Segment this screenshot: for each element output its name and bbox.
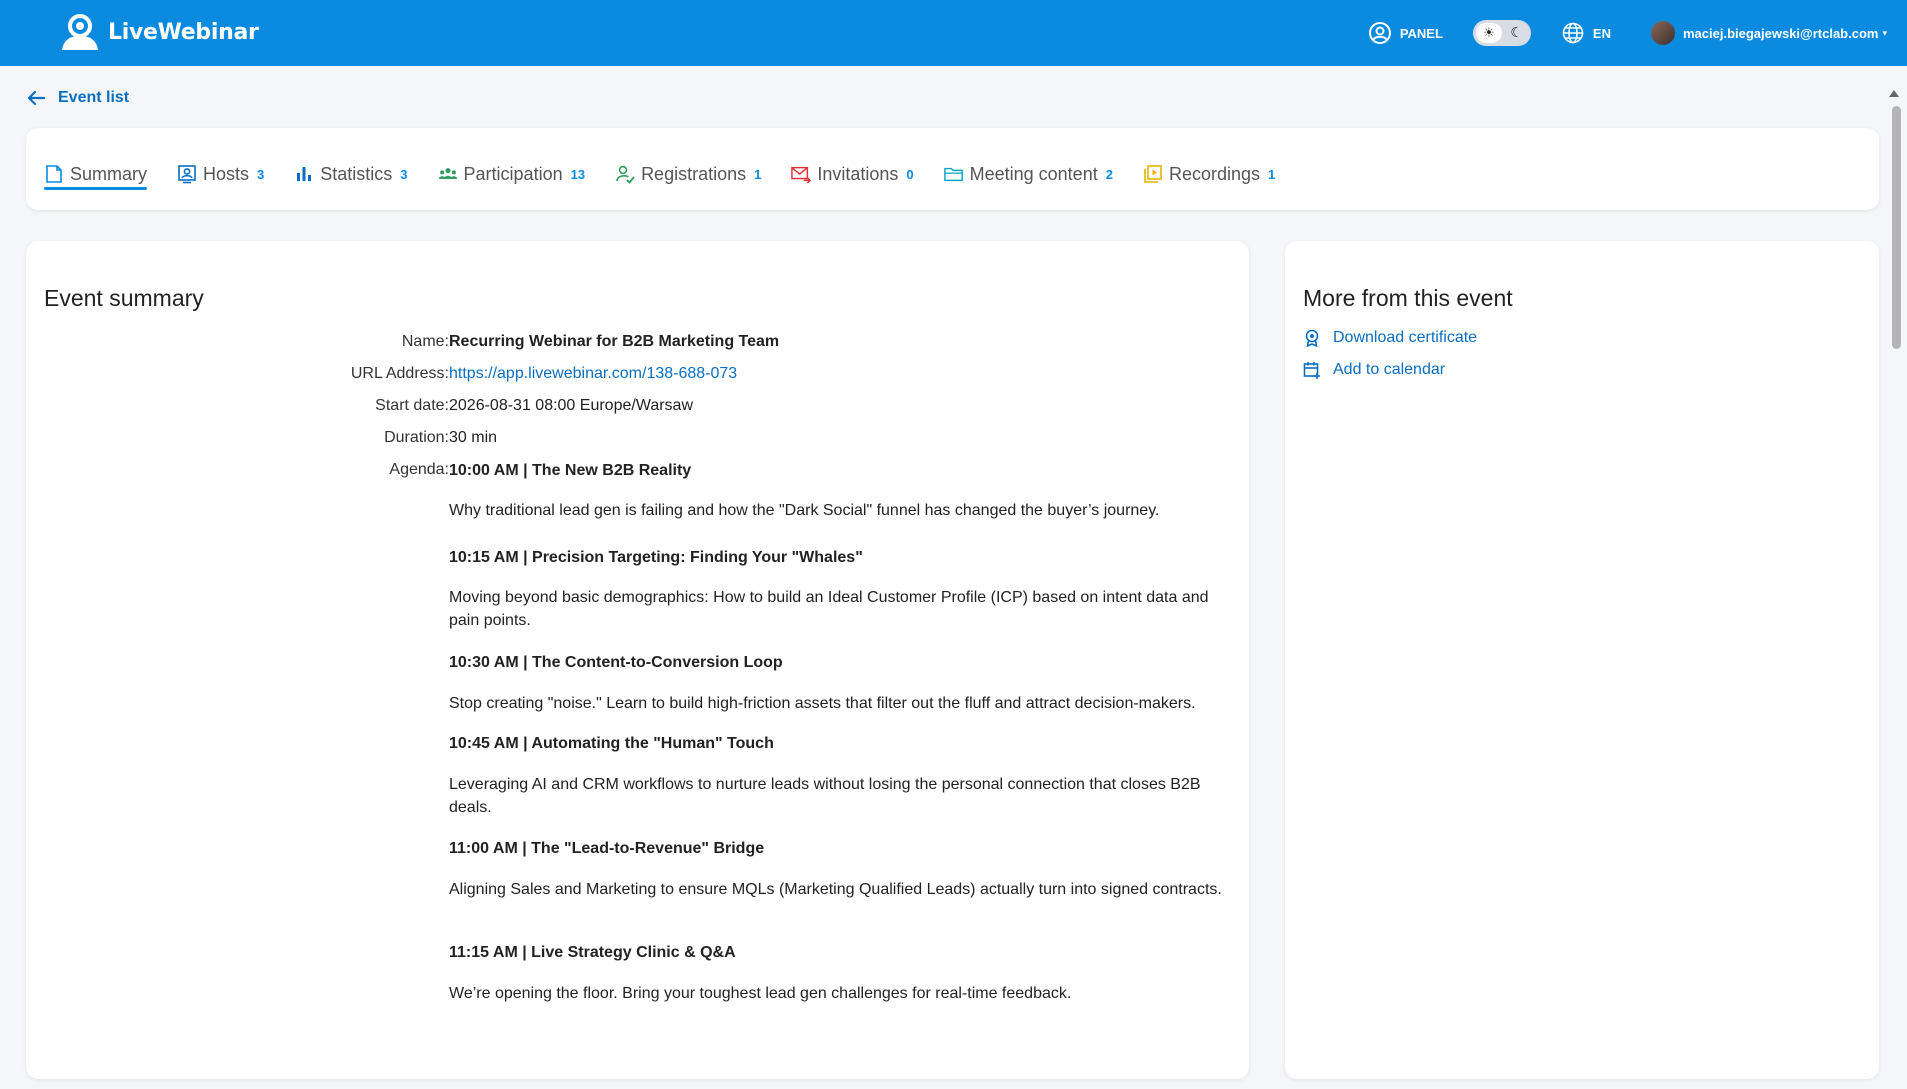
- sun-icon: ☀: [1475, 23, 1502, 43]
- user-circle-icon: [1368, 22, 1391, 44]
- agenda-item-text: Why traditional lead gen is failing and …: [449, 502, 1160, 519]
- livewebinar-logo-icon: [62, 14, 98, 50]
- back-link-label: Event list: [58, 89, 130, 106]
- moon-icon: ☾: [1510, 24, 1523, 40]
- brand-logo[interactable]: LiveWebinar: [58, 12, 259, 52]
- theme-toggle[interactable]: ☀ ☾: [1472, 20, 1531, 46]
- tab-participation[interactable]: Participation 13: [438, 156, 586, 192]
- name-label: Name:: [401, 333, 449, 350]
- panel-label: PANEL: [1399, 25, 1443, 41]
- tab-invitations[interactable]: Invitations 0: [791, 156, 914, 192]
- tab-count: 3: [257, 166, 265, 182]
- agenda-label: Agenda:: [389, 461, 449, 478]
- tab-statistics[interactable]: Statistics 3: [294, 156, 408, 192]
- tab-hosts[interactable]: Hosts 3: [177, 156, 264, 192]
- start-date-value: 2026-08-31 08:00 Europe/Warsaw: [449, 397, 693, 414]
- tabs-card: Summary Hosts 3 Statistics 3 Participati…: [26, 128, 1879, 210]
- tab-label: Summary: [70, 163, 148, 184]
- globe-icon: [1562, 22, 1584, 44]
- statistics-icon: [297, 167, 312, 181]
- start-date-label: Start date:: [375, 397, 449, 414]
- tab-label: Meeting content: [969, 163, 1098, 184]
- folder-icon: [943, 167, 963, 182]
- agenda-item-heading: 10:30 AM | The Content-to-Conversion Loo…: [449, 654, 783, 671]
- agenda-item-text: Leveraging AI and CRM workflows to nurtu…: [449, 776, 1201, 816]
- add-to-calendar-link[interactable]: Add to calendar: [1303, 361, 1445, 379]
- duration-value: 30 min: [449, 429, 498, 446]
- avatar: [1650, 21, 1675, 45]
- duration-label: Duration:: [384, 429, 449, 446]
- calendar-add-icon: [1303, 362, 1320, 379]
- language-label: EN: [1592, 25, 1611, 41]
- tab-label: Recordings: [1168, 163, 1260, 184]
- top-bar: LiveWebinar PANEL ☀ ☾ EN maciej.biegajew…: [0, 0, 1907, 66]
- recordings-icon: [1144, 165, 1162, 183]
- url-label: URL Address:: [350, 365, 449, 382]
- agenda-item-text: Stop creating "noise." Learn to build hi…: [449, 695, 1196, 712]
- tab-label: Invitations: [817, 163, 899, 184]
- certificate-icon: [1305, 329, 1319, 347]
- panel-button[interactable]: PANEL: [1368, 21, 1443, 45]
- invitations-icon: [791, 166, 812, 184]
- scrollbar-thumb[interactable]: [1892, 106, 1901, 349]
- back-to-event-list[interactable]: Event list: [26, 88, 129, 108]
- tab-count: 1: [754, 166, 762, 182]
- tab-label: Hosts: [203, 163, 250, 184]
- event-url-link[interactable]: https://app.livewebinar.com/138-688-073: [449, 365, 737, 382]
- participation-icon: [438, 168, 457, 179]
- tab-count: 3: [400, 166, 408, 182]
- tab-count: 13: [570, 166, 586, 182]
- scroll-up-arrow-icon[interactable]: [1889, 90, 1899, 97]
- summary-icon: [46, 165, 62, 183]
- agenda-item-text: Moving beyond basic demographics: How to…: [449, 589, 1209, 629]
- hosts-icon: [178, 165, 196, 184]
- add-to-calendar-label: Add to calendar: [1333, 361, 1446, 378]
- more-from-event-title: More from this event: [1303, 285, 1513, 311]
- agenda-item-heading: 11:00 AM | The "Lead-to-Revenue" Bridge: [449, 840, 765, 857]
- tab-summary[interactable]: Summary: [44, 156, 148, 192]
- tab-count: 0: [906, 166, 914, 182]
- user-menu[interactable]: maciej.biegajewski@rtclab.com ▾: [1650, 21, 1887, 45]
- event-summary-title: Event summary: [44, 285, 204, 311]
- download-certificate-link[interactable]: Download certificate: [1303, 329, 1477, 347]
- agenda-item-heading: 10:15 AM | Precision Targeting: Finding …: [449, 549, 863, 566]
- tab-meeting-content[interactable]: Meeting content 2: [943, 156, 1113, 192]
- tab-registrations[interactable]: Registrations 1: [615, 156, 761, 192]
- tab-count: 2: [1105, 166, 1113, 182]
- agenda-item-heading: 11:15 AM | Live Strategy Clinic & Q&A: [449, 944, 736, 961]
- event-name: Recurring Webinar for B2B Marketing Team: [449, 333, 780, 350]
- tab-label: Statistics: [320, 163, 393, 184]
- tab-label: Registrations: [641, 163, 747, 184]
- more-from-event-card: More from this event Download certificat…: [1285, 241, 1879, 1079]
- agenda-item-text: We’re opening the floor. Bring your toug…: [449, 985, 1072, 1002]
- brand-name: LiveWebinar: [108, 19, 259, 45]
- registrations-icon: [616, 165, 635, 184]
- user-email: maciej.biegajewski@rtclab.com: [1682, 25, 1879, 41]
- agenda-item-heading: 10:00 AM | The New B2B Reality: [449, 462, 692, 479]
- tab-label: Participation: [463, 163, 563, 184]
- tab-recordings[interactable]: Recordings 1: [1143, 156, 1275, 192]
- agenda-item-text: Aligning Sales and Marketing to ensure M…: [449, 881, 1222, 898]
- download-certificate-label: Download certificate: [1333, 329, 1478, 346]
- caret-down-icon: ▾: [1882, 27, 1887, 38]
- agenda-item-heading: 10:45 AM | Automating the "Human" Touch: [449, 735, 774, 752]
- tab-count: 1: [1268, 166, 1276, 182]
- event-summary-card: Event summary Name: Recurring Webinar fo…: [26, 241, 1249, 1079]
- tab-bar: Summary Hosts 3 Statistics 3 Participati…: [44, 156, 1305, 192]
- language-selector[interactable]: EN: [1561, 21, 1611, 45]
- arrow-left-icon: [27, 90, 46, 106]
